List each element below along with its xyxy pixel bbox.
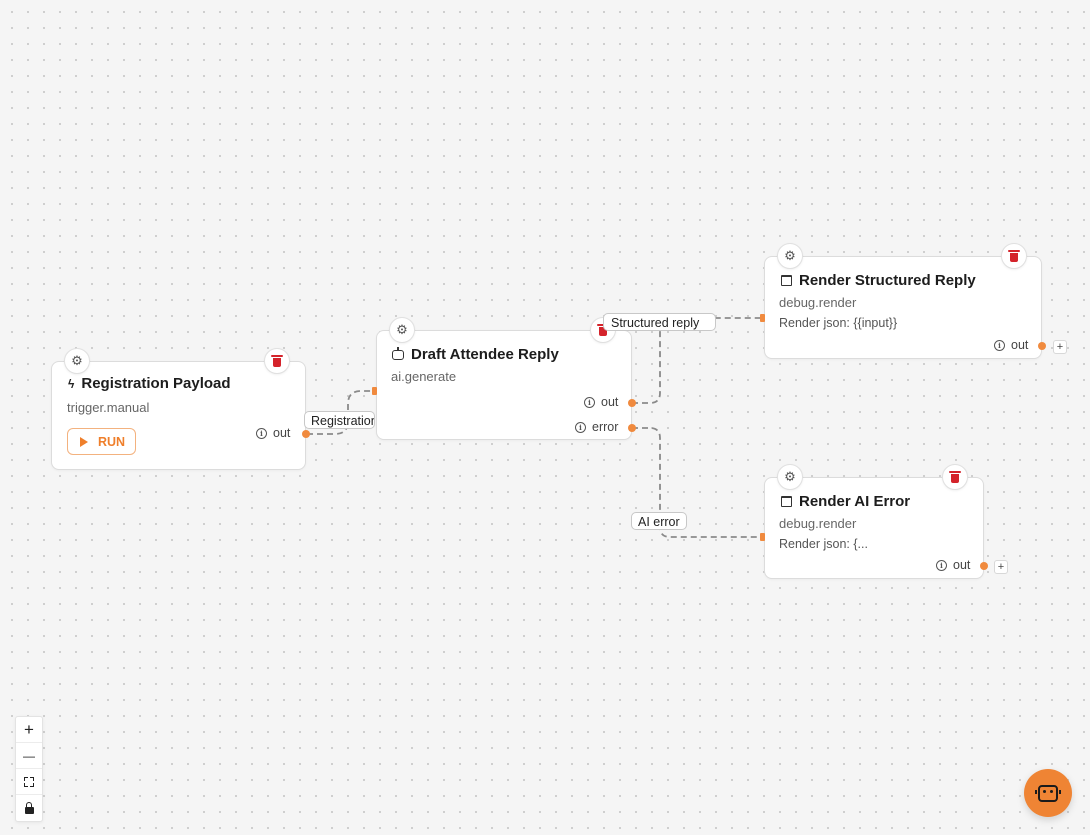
output-port-label: i out [994, 338, 1028, 352]
add-node-button[interactable]: + [994, 560, 1008, 574]
node-title: Draft Attendee Reply [392, 346, 559, 363]
delete-button[interactable] [942, 464, 968, 490]
trash-icon [1008, 249, 1020, 262]
info-icon[interactable]: i [584, 396, 595, 408]
delete-button[interactable] [264, 348, 290, 374]
error-label: error [592, 420, 619, 434]
window-icon [781, 496, 792, 507]
node-type: debug.render [779, 516, 857, 531]
gear-icon: ⚙ [784, 469, 796, 485]
zoom-in-button[interactable]: + [16, 717, 42, 743]
info-icon[interactable]: i [994, 339, 1005, 351]
node-registration-payload[interactable]: ϟ Registration Payload trigger.manual RU… [51, 361, 306, 470]
node-title: Render AI Error [781, 493, 910, 510]
node-config: Render json: {... [779, 537, 868, 551]
run-button[interactable]: RUN [67, 428, 136, 455]
output-handle[interactable] [1038, 342, 1046, 350]
node-title-text: Draft Attendee Reply [411, 346, 559, 363]
node-type: ai.generate [391, 369, 457, 384]
edge-label-structured-reply[interactable]: Structured reply [603, 313, 716, 331]
robot-icon [1035, 784, 1061, 802]
run-label: RUN [98, 434, 126, 449]
output-port-label: i out [256, 426, 290, 440]
node-render-structured-reply[interactable]: Render Structured Reply debug.render Ren… [764, 256, 1042, 359]
node-title: ϟ Registration Payload [68, 375, 231, 392]
delete-button[interactable] [1001, 243, 1027, 269]
minus-icon: — [23, 748, 35, 763]
add-node-button[interactable]: + [1053, 340, 1067, 354]
node-type: trigger.manual [67, 400, 150, 415]
trash-icon [271, 354, 283, 367]
settings-button[interactable]: ⚙ [777, 243, 803, 269]
robot-icon [392, 346, 404, 360]
out-label: out [953, 558, 971, 572]
node-title-text: Render AI Error [799, 493, 911, 510]
info-icon[interactable]: i [575, 421, 586, 433]
window-icon [781, 275, 792, 286]
output-port-label: i out [936, 558, 970, 572]
input-handle[interactable] [760, 533, 765, 541]
gear-icon: ⚙ [784, 248, 796, 264]
node-config: Render json: {{input}} [779, 316, 898, 330]
zoom-out-button[interactable]: — [16, 743, 42, 769]
ai-assistant-button[interactable] [1024, 769, 1072, 817]
bolt-icon: ϟ [68, 376, 75, 391]
output-handle[interactable] [628, 399, 636, 407]
output-handle[interactable] [302, 430, 310, 438]
node-draft-attendee-reply[interactable]: Draft Attendee Reply ai.generate i out i… [376, 330, 632, 440]
gear-icon: ⚙ [71, 353, 83, 369]
fit-view-icon [24, 776, 34, 787]
info-icon[interactable]: i [256, 427, 267, 439]
input-handle[interactable] [760, 314, 765, 322]
settings-button[interactable]: ⚙ [64, 348, 90, 374]
info-icon[interactable]: i [936, 559, 947, 571]
node-type: debug.render [779, 295, 857, 310]
canvas-controls: + — [15, 716, 43, 822]
play-icon [80, 436, 88, 447]
fit-view-button[interactable] [16, 769, 42, 795]
error-port-label: i error [575, 420, 618, 434]
gear-icon: ⚙ [396, 322, 408, 338]
out-label: out [601, 395, 619, 409]
plus-icon: + [24, 719, 34, 739]
trash-icon [949, 470, 961, 483]
node-title: Render Structured Reply [781, 272, 976, 289]
node-title-text: Render Structured Reply [799, 272, 976, 289]
settings-button[interactable]: ⚙ [777, 464, 803, 490]
lock-icon [24, 801, 34, 814]
node-render-ai-error[interactable]: Render AI Error debug.render Render json… [764, 477, 984, 579]
out-label: out [273, 426, 291, 440]
edge-label-registration[interactable]: Registration [304, 411, 375, 429]
settings-button[interactable]: ⚙ [389, 317, 415, 343]
lock-button[interactable] [16, 795, 42, 821]
node-title-text: Registration Payload [81, 375, 231, 392]
output-handle[interactable] [980, 562, 988, 570]
error-handle[interactable] [628, 424, 636, 432]
out-label: out [1011, 338, 1029, 352]
edge-label-ai-error[interactable]: AI error [631, 512, 687, 530]
output-port-label: i out [584, 395, 618, 409]
input-handle[interactable] [372, 387, 377, 395]
